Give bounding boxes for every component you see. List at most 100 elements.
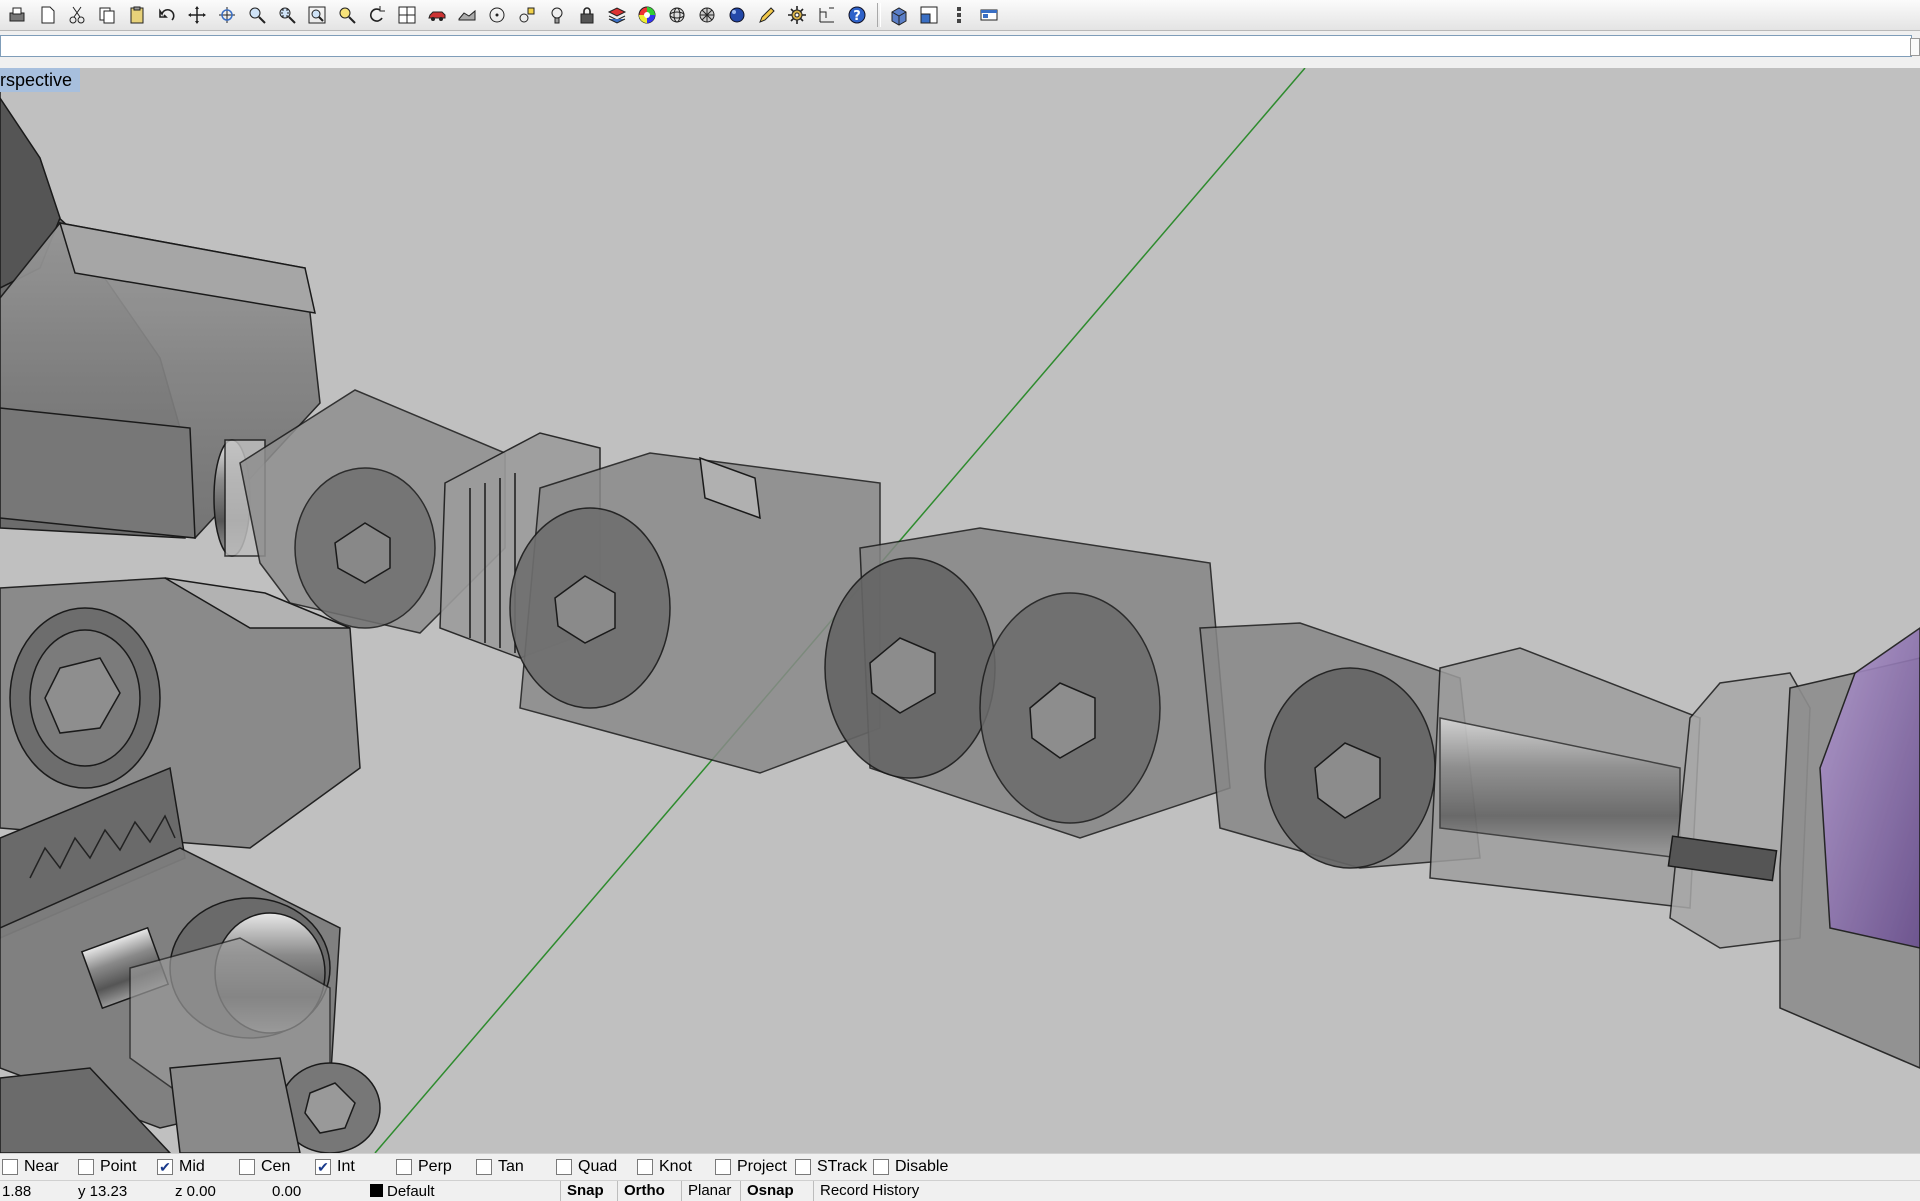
distance: 0.00 [272, 1183, 302, 1200]
link-chain [213, 389, 1811, 949]
zoom-extents-icon [308, 6, 326, 24]
scene-canvas[interactable] [0, 68, 1920, 1153]
snap-button[interactable] [514, 2, 540, 28]
pencil-button[interactable] [754, 2, 780, 28]
gear-button[interactable] [784, 2, 810, 28]
car-button[interactable] [424, 2, 450, 28]
rotate-view-button[interactable] [214, 2, 240, 28]
zoom-button[interactable] [244, 2, 270, 28]
pane-record-history[interactable]: Record History [813, 1181, 925, 1201]
undo-view-icon [369, 6, 385, 22]
osnap-int[interactable]: ✔ Int [315, 1157, 355, 1177]
light-bulb-button[interactable] [544, 2, 570, 28]
pane-snap[interactable]: Snap [560, 1181, 610, 1201]
pane-osnap[interactable]: Osnap [740, 1181, 800, 1201]
lock-button[interactable] [574, 2, 600, 28]
checkbox-icon[interactable] [396, 1159, 412, 1175]
checkbox-icon[interactable] [873, 1159, 889, 1175]
cut-button[interactable] [64, 2, 90, 28]
circle-button[interactable] [484, 2, 510, 28]
layer-button[interactable] [604, 2, 630, 28]
perspective-viewport[interactable]: rspective [0, 68, 1920, 1153]
undo-view-button[interactable] [364, 2, 390, 28]
gear-icon [788, 6, 806, 24]
osnap-mid[interactable]: ✔ Mid [157, 1157, 205, 1177]
coord-z: z 0.00 [175, 1183, 216, 1200]
viewport-layout-button[interactable] [916, 2, 942, 28]
checkbox-icon[interactable] [637, 1159, 653, 1175]
cut-icon [69, 6, 85, 24]
window-button[interactable] [976, 2, 1002, 28]
command-scrollbar[interactable] [1910, 38, 1920, 56]
checkbox-icon[interactable] [715, 1159, 731, 1175]
paste-button[interactable] [124, 2, 150, 28]
osnap-project[interactable]: Project [715, 1157, 787, 1177]
checkbox-icon[interactable] [239, 1159, 255, 1175]
zoom-selected-button[interactable] [334, 2, 360, 28]
shaded-button[interactable] [454, 2, 480, 28]
checkbox-icon[interactable]: ✔ [315, 1159, 331, 1175]
pan-icon [188, 6, 206, 24]
zoom-window-button[interactable] [274, 2, 300, 28]
help-button[interactable]: ? [844, 2, 870, 28]
sphere-render-button[interactable] [724, 2, 750, 28]
pane-ortho[interactable]: Ortho [617, 1181, 671, 1201]
print-icon [9, 7, 25, 22]
osnap-tan[interactable]: Tan [476, 1157, 524, 1177]
osnap-perp[interactable]: Perp [396, 1157, 452, 1177]
color-wheel-button[interactable] [634, 2, 660, 28]
command-line[interactable] [0, 35, 1920, 57]
svg-text:?: ? [853, 9, 861, 24]
sphere-mesh-button[interactable] [694, 2, 720, 28]
right-assembly [1779, 627, 1920, 1069]
osnap-strack[interactable]: STrack [795, 1157, 867, 1177]
pane-planar[interactable]: Planar [681, 1181, 737, 1201]
zoom-icon [249, 7, 266, 24]
undo-button[interactable] [154, 2, 180, 28]
shaded-icon [458, 9, 476, 21]
checkbox-icon[interactable] [476, 1159, 492, 1175]
box-icon [891, 7, 907, 26]
snap-icon [519, 7, 535, 23]
zoom-window-icon [279, 7, 296, 24]
layer-indicator[interactable]: Default [370, 1183, 435, 1200]
pencil-icon [759, 7, 775, 23]
zoom-extents-button[interactable] [304, 2, 330, 28]
zoom-selected-icon [339, 7, 356, 24]
dimension-icon [819, 7, 834, 23]
new-button[interactable] [34, 2, 60, 28]
osnap-bar: Near Point ✔ Mid Cen ✔ Int Perp Tan Quad K… [0, 1153, 1920, 1180]
checkbox-icon[interactable]: ✔ [157, 1159, 173, 1175]
osnap-point[interactable]: Point [78, 1157, 136, 1177]
viewport-layout-icon [920, 6, 938, 24]
copy-button[interactable] [94, 2, 120, 28]
circle-icon [489, 7, 505, 23]
pan-button[interactable] [184, 2, 210, 28]
four-viewports-button[interactable] [394, 2, 420, 28]
status-bar: 1.88 y 13.23 z 0.00 0.00 Default Snap Or… [0, 1180, 1920, 1201]
sphere-mesh-icon [699, 7, 715, 23]
osnap-near[interactable]: Near [2, 1157, 59, 1177]
osnap-quad[interactable]: Quad [556, 1157, 617, 1177]
vertical-dots-icon [957, 7, 961, 23]
car-icon [428, 11, 446, 21]
help-icon: ? [848, 6, 866, 24]
osnap-cen[interactable]: Cen [239, 1157, 290, 1177]
command-input[interactable] [1, 36, 1911, 56]
dimension-button[interactable] [814, 2, 840, 28]
checkbox-icon[interactable] [795, 1159, 811, 1175]
osnap-knot[interactable]: Knot [637, 1157, 692, 1177]
undo-icon [159, 8, 175, 21]
coord-x: 1.88 [2, 1183, 32, 1200]
viewport-title[interactable]: rspective [0, 68, 81, 92]
lock-icon [580, 7, 594, 24]
osnap-disable[interactable]: Disable [873, 1157, 948, 1177]
window-icon [980, 9, 998, 21]
sphere-wire-button[interactable] [664, 2, 690, 28]
checkbox-icon[interactable] [2, 1159, 18, 1175]
checkbox-icon[interactable] [78, 1159, 94, 1175]
box-button[interactable] [886, 2, 912, 28]
checkbox-icon[interactable] [556, 1159, 572, 1175]
vertical-dots-button[interactable] [946, 2, 972, 28]
print-button[interactable] [4, 2, 30, 28]
